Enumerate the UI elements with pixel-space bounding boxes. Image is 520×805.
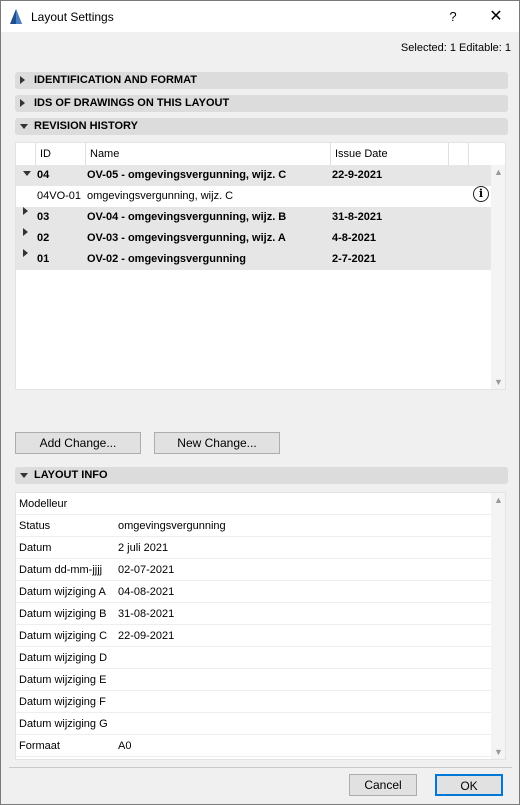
layout-info-scrollbar[interactable]: ▲ ▼	[491, 493, 505, 759]
revision-id: 04	[37, 169, 50, 181]
column-header-extra	[449, 143, 469, 165]
add-change-button[interactable]: Add Change...	[15, 432, 141, 454]
info-value[interactable]: 02-07-2021	[118, 559, 174, 581]
info-row-status[interactable]: Status omgevingsvergunning	[16, 515, 491, 537]
footer-divider	[9, 767, 512, 768]
revision-name: OV-05 - omgevingsvergunning, wijz. C	[87, 169, 287, 181]
revision-date: 22-9-2021	[332, 169, 383, 181]
column-header-issue-date[interactable]: Issue Date	[331, 143, 449, 165]
revision-id: 03	[37, 211, 50, 223]
info-key: Datum wijziging F	[19, 696, 106, 708]
section-label: LAYOUT INFO	[34, 469, 108, 481]
revision-id: 01	[37, 253, 50, 265]
revision-row-03[interactable]: 03 OV-04 - omgevingsvergunning, wijz. B …	[16, 207, 491, 228]
triangle-right-icon	[20, 76, 25, 84]
revision-name: OV-04 - omgevingsvergunning, wijz. B	[87, 211, 287, 223]
revision-row-04[interactable]: 04 OV-05 - omgevingsvergunning, wijz. C …	[16, 165, 491, 186]
info-row-datum-wijziging-g[interactable]: Datum wijziging G	[16, 713, 491, 735]
info-row-datum-wijziging-b[interactable]: Datum wijziging B 31-08-2021	[16, 603, 491, 625]
info-key: Datum dd-mm-jjjj	[19, 564, 103, 576]
layout-settings-dialog: Layout Settings ? ✕ Selected: 1 Editable…	[0, 0, 520, 805]
triangle-down-icon	[20, 473, 28, 478]
section-identification-format[interactable]: IDENTIFICATION AND FORMAT	[15, 72, 508, 89]
revision-name: OV-02 - omgevingsvergunning	[87, 253, 246, 265]
info-value[interactable]: A0	[118, 735, 131, 757]
info-row-formaat[interactable]: Formaat A0	[16, 735, 491, 757]
info-key: Datum wijziging C	[19, 630, 108, 642]
title-bar: Layout Settings ? ✕	[1, 1, 519, 32]
scroll-down-icon[interactable]: ▼	[494, 377, 503, 387]
info-row-datum-wijziging-a[interactable]: Datum wijziging A 04-08-2021	[16, 581, 491, 603]
archicad-sail-icon	[10, 9, 22, 24]
revision-row-02[interactable]: 02 OV-03 - omgevingsvergunning, wijz. A …	[16, 228, 491, 249]
info-value[interactable]: 2 juli 2021	[118, 537, 168, 559]
info-key: Modelleur	[19, 498, 68, 510]
triangle-right-icon[interactable]	[23, 228, 28, 236]
window-title: Layout Settings	[31, 10, 114, 24]
info-row-datum-wijziging-c[interactable]: Datum wijziging C 22-09-2021	[16, 625, 491, 647]
info-key: Datum wijziging B	[19, 608, 107, 620]
new-change-button[interactable]: New Change...	[154, 432, 280, 454]
revision-row-01[interactable]: 01 OV-02 - omgevingsvergunning 2-7-2021	[16, 249, 491, 270]
revision-date: 2-7-2021	[332, 253, 377, 265]
selection-info: Selected: 1 Editable: 1	[400, 42, 511, 54]
info-key: Datum wijziging G	[19, 718, 108, 730]
revision-history-table: ID Name Issue Date 04 OV-05 - omgevingsv…	[15, 142, 506, 390]
table-header: ID Name Issue Date	[16, 143, 491, 165]
info-row-datum[interactable]: Datum 2 juli 2021	[16, 537, 491, 559]
scroll-up-icon[interactable]: ▲	[494, 495, 503, 505]
info-row-datum-wijziging-d[interactable]: Datum wijziging D	[16, 647, 491, 669]
close-button[interactable]: ✕	[481, 1, 511, 32]
column-header-extra	[469, 143, 491, 165]
info-key: Datum wijziging E	[19, 674, 107, 686]
scroll-down-icon[interactable]: ▼	[494, 747, 503, 757]
change-id: 04VO-01	[37, 190, 82, 202]
scroll-up-icon[interactable]: ▲	[494, 167, 503, 177]
info-value[interactable]: 31-08-2021	[118, 603, 174, 625]
info-key: Datum wijziging D	[19, 652, 108, 664]
info-key: Formaat	[19, 740, 60, 752]
layout-info-table: Modelleur Status omgevingsvergunning Dat…	[15, 492, 506, 760]
section-label: REVISION HISTORY	[34, 120, 138, 132]
info-value[interactable]: 04-08-2021	[118, 581, 174, 603]
column-header-id[interactable]: ID	[36, 143, 86, 165]
info-value[interactable]: 22-09-2021	[118, 625, 174, 647]
info-key: Status	[19, 520, 51, 532]
info-key: Datum	[19, 542, 52, 554]
column-spacer	[16, 143, 36, 165]
revision-table-scrollbar[interactable]: ▲ ▼	[491, 165, 505, 389]
revision-name: OV-03 - omgevingsvergunning, wijz. A	[87, 232, 286, 244]
info-row-modelleur[interactable]: Modelleur	[16, 493, 491, 515]
triangle-right-icon[interactable]	[23, 249, 28, 257]
revision-id: 02	[37, 232, 50, 244]
section-label: IDENTIFICATION AND FORMAT	[34, 74, 197, 86]
revision-date: 4-8-2021	[332, 232, 377, 244]
section-label: IDS OF DRAWINGS ON THIS LAYOUT	[34, 97, 230, 109]
change-name: omgevingsvergunning, wijz. C	[87, 190, 234, 202]
info-row-datum-dd-mm-jjjj[interactable]: Datum dd-mm-jjjj 02-07-2021	[16, 559, 491, 581]
section-layout-info[interactable]: LAYOUT INFO	[15, 467, 508, 484]
info-row-datum-wijziging-e[interactable]: Datum wijziging E	[16, 669, 491, 691]
column-header-name[interactable]: Name	[86, 143, 331, 165]
info-circle-icon[interactable]: i	[473, 186, 489, 202]
section-revision-history[interactable]: REVISION HISTORY	[15, 118, 508, 135]
triangle-right-icon[interactable]	[23, 207, 28, 215]
ok-button[interactable]: OK	[435, 774, 503, 796]
cancel-button[interactable]: Cancel	[349, 774, 417, 796]
change-row-04vo-01[interactable]: 04VO-01 omgevingsvergunning, wijz. C i	[16, 186, 491, 207]
triangle-right-icon	[20, 99, 25, 107]
triangle-down-icon	[20, 124, 28, 129]
info-row-datum-wijziging-f[interactable]: Datum wijziging F	[16, 691, 491, 713]
triangle-down-icon[interactable]	[23, 171, 31, 176]
help-button[interactable]: ?	[441, 1, 465, 32]
section-ids-of-drawings[interactable]: IDS OF DRAWINGS ON THIS LAYOUT	[15, 95, 508, 112]
revision-date: 31-8-2021	[332, 211, 383, 223]
info-value[interactable]: omgevingsvergunning	[118, 515, 226, 537]
info-key: Datum wijziging A	[19, 586, 106, 598]
